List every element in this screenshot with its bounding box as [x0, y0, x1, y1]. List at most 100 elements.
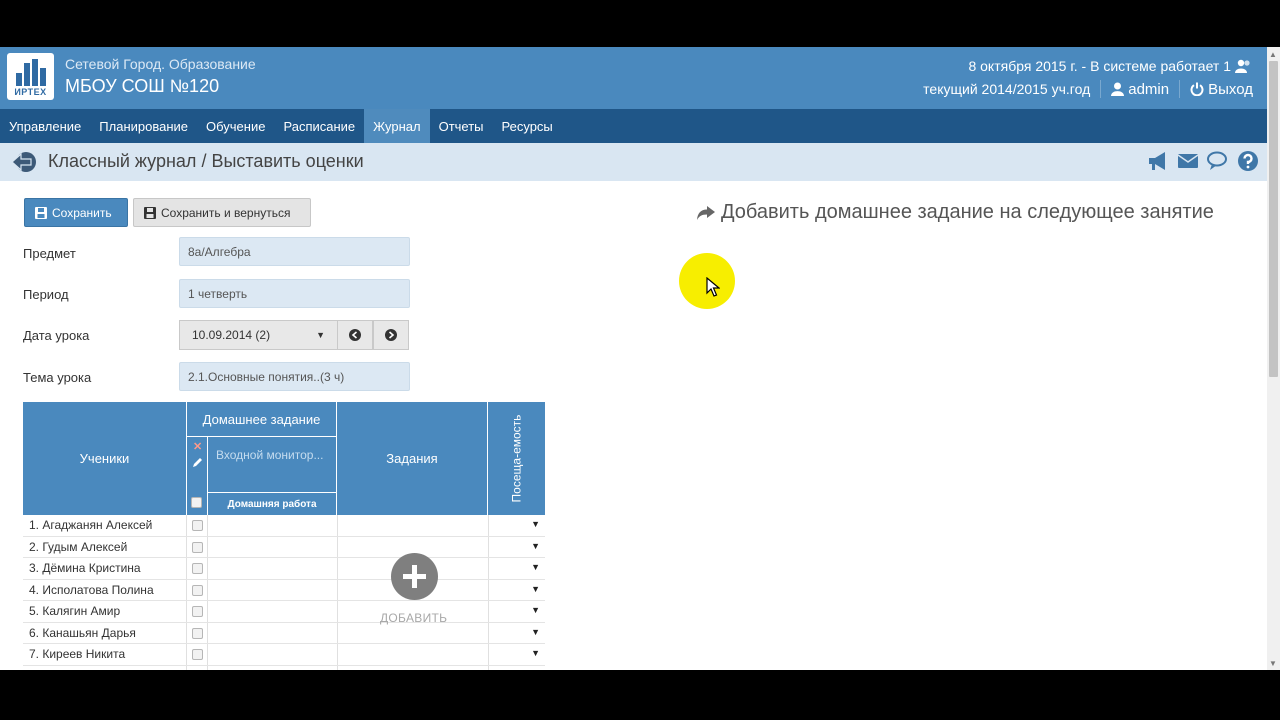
school-year[interactable]: текущий 2014/2015 уч.год [923, 81, 1090, 97]
scrollbar[interactable]: ▲ ▼ [1267, 47, 1280, 670]
caret-down-icon: ▼ [531, 519, 540, 529]
app-header: ИРТЕХ Сетевой Город. Образование МБОУ СО… [0, 47, 1267, 109]
period-field: 1 четверть [179, 279, 410, 308]
table-row: 2. Гудым Алексей ▼ [23, 537, 545, 558]
homework-checkbox[interactable] [192, 563, 203, 574]
attendance-select[interactable]: ▼ [489, 601, 545, 622]
lesson-date-value: 10.09.2014 (2) [192, 328, 271, 342]
table-row: 1. Агаджанян Алексей ▼ [23, 515, 545, 537]
homework-task-link[interactable]: Входной монитор... [208, 437, 336, 492]
student-name: 6. Канашьян Дарья [29, 625, 136, 640]
prev-date-button[interactable] [337, 320, 373, 350]
help-icon[interactable] [1237, 150, 1259, 172]
grade-cell[interactable] [208, 644, 337, 665]
homework-checkbox[interactable] [192, 606, 203, 617]
nav-item-journal[interactable]: Журнал [364, 109, 430, 143]
student-name: 3. Дёмина Кристина [29, 561, 141, 575]
pencil-icon[interactable] [192, 457, 203, 468]
homework-column-header: Домашнее задание [187, 402, 336, 436]
plus-icon [403, 565, 426, 588]
app-logo[interactable]: ИРТЕХ [7, 53, 54, 100]
homework-checkbox[interactable] [192, 649, 203, 660]
lesson-topic-field[interactable]: 2.1.Основные понятия..(3 ч) [179, 362, 410, 391]
attendance-select[interactable]: ▼ [489, 623, 545, 644]
session-bar: текущий 2014/2015 уч.год admin Выход [923, 80, 1253, 98]
homework-checkbox[interactable] [192, 627, 203, 639]
add-task-label: ДОБАВИТЬ [380, 611, 448, 625]
chat-icon[interactable] [1207, 150, 1229, 172]
grade-cell[interactable] [208, 537, 337, 558]
nav-item-management[interactable]: Управление [0, 109, 90, 143]
nav-item-planning[interactable]: Планирование [90, 109, 197, 143]
subject-label: Предмет [23, 246, 76, 261]
share-arrow-icon [697, 205, 715, 220]
floppy-icon [35, 206, 47, 219]
delete-icon[interactable]: ✕ [193, 440, 202, 453]
attendance-select[interactable]: ▼ [489, 580, 545, 601]
table-row: 6. Канашьян Дарья ▼ [23, 623, 545, 644]
student-name: 5. Калягин Амир [29, 604, 121, 618]
page-title-bar: Классный журнал / Выставить оценки [0, 143, 1267, 181]
save-label: Сохранить [52, 205, 112, 220]
caret-down-icon: ▼ [531, 562, 540, 572]
megaphone-icon[interactable] [1147, 150, 1169, 172]
nav-item-reports[interactable]: Отчеты [430, 109, 493, 143]
add-next-homework-link[interactable]: Добавить домашнее задание на следующее з… [697, 201, 1214, 224]
save-button[interactable]: Сохранить [24, 198, 128, 227]
homework-checkbox[interactable] [192, 541, 203, 553]
homework-checkbox[interactable] [192, 584, 203, 596]
grade-cell[interactable] [208, 623, 337, 644]
caret-down-icon: ▼ [531, 583, 540, 594]
caret-down-icon: ▼ [531, 605, 540, 615]
lesson-topic-label: Тема урока [23, 370, 92, 385]
school-name: МБОУ СОШ №120 [65, 76, 220, 96]
logout-link[interactable]: Выход [1190, 81, 1253, 98]
users-online-icon[interactable] [1235, 59, 1251, 73]
scroll-up-icon[interactable]: ▲ [1269, 50, 1277, 59]
add-task-button[interactable] [391, 553, 438, 600]
page-title: Классный журнал / Выставить оценки [48, 151, 364, 171]
attendance-select[interactable]: ▼ [489, 644, 545, 665]
grade-cell[interactable] [208, 558, 337, 579]
period-label: Период [23, 287, 69, 302]
grade-cell[interactable] [208, 515, 337, 536]
caret-down-icon: ▼ [531, 540, 540, 551]
nav-item-education[interactable]: Обучение [197, 109, 274, 143]
attendance-select[interactable]: ▼ [489, 558, 545, 579]
next-date-button[interactable] [373, 320, 409, 350]
logout-label: Выход [1208, 80, 1253, 98]
envelope-icon[interactable] [1177, 150, 1199, 172]
caret-down-icon: ▼ [531, 648, 540, 658]
caret-down-icon: ▼ [531, 626, 540, 637]
homework-type-label: Домашняя работа [208, 493, 336, 515]
homework-tools-cell: ✕ [187, 437, 207, 515]
floppy-icon [144, 206, 156, 219]
arrow-left-circle-icon [349, 329, 361, 341]
attendance-column-header: Посеща-емость [488, 402, 545, 515]
attendance-select[interactable]: ▼ [489, 515, 545, 536]
system-status: 8 октября 2015 г. - В системе работает 1 [968, 58, 1251, 74]
arrow-right-circle-icon [385, 329, 397, 341]
mouse-cursor-icon [706, 277, 720, 297]
save-and-return-button[interactable]: Сохранить и вернуться [133, 198, 311, 227]
attendance-header-label: Посеща-емость [509, 414, 523, 503]
homework-checkbox[interactable] [192, 520, 203, 531]
scroll-down-icon[interactable]: ▼ [1269, 659, 1277, 668]
tasks-column-header: Задания [337, 402, 487, 515]
grade-cell[interactable] [208, 601, 337, 622]
select-all-checkbox[interactable] [191, 497, 202, 508]
student-name: 1. Агаджанян Алексей [29, 518, 153, 532]
user-menu[interactable]: admin [1111, 81, 1169, 98]
logo-text: ИРТЕХ [14, 87, 47, 97]
lesson-date-select[interactable]: 10.09.2014 (2) ▼ [179, 320, 338, 350]
back-arrow-icon[interactable] [11, 151, 37, 173]
student-name: 7. Киреев Никита [29, 647, 126, 661]
scrollbar-thumb[interactable] [1269, 61, 1278, 377]
nav-item-schedule[interactable]: Расписание [274, 109, 364, 143]
attendance-select[interactable]: ▼ [489, 537, 545, 558]
nav-item-resources[interactable]: Ресурсы [493, 109, 562, 143]
table-row: 3. Дёмина Кристина ▼ [23, 558, 545, 580]
title-actions [1147, 150, 1259, 172]
table-row: 4. Исполатова Полина ▼ [23, 580, 545, 601]
grade-cell[interactable] [208, 580, 337, 601]
